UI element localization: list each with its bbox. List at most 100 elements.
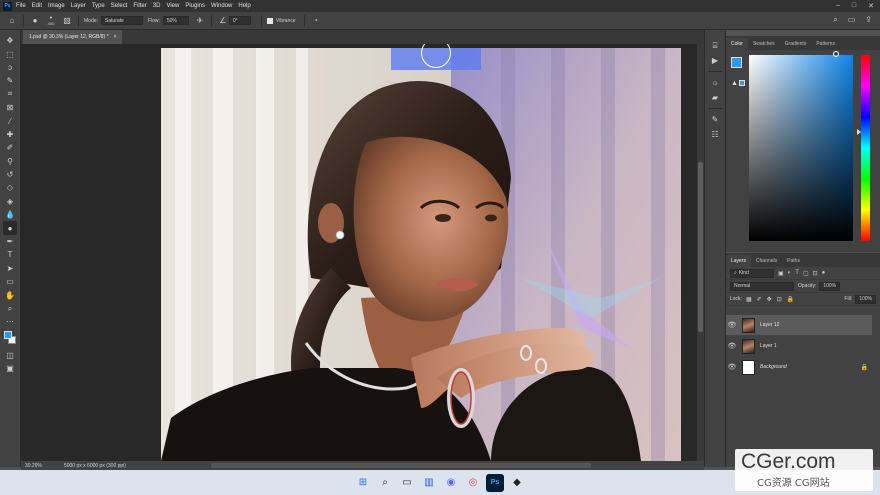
visibility-eye-icon[interactable]: 👁: [726, 321, 738, 329]
menu-file[interactable]: File: [16, 3, 26, 9]
layer-row[interactable]: 👁 Background 🔒: [726, 357, 872, 377]
pen-tool-icon[interactable]: ✒: [3, 235, 17, 248]
frame-tool-icon[interactable]: ⊠: [3, 101, 17, 114]
menu-layer[interactable]: Layer: [71, 3, 86, 9]
pressure-size-icon[interactable]: ◔: [310, 15, 322, 27]
brush-settings-panel-icon[interactable]: ✎: [708, 112, 722, 127]
layer-row[interactable]: 👁 Layer 1: [726, 336, 872, 356]
move-tool-icon[interactable]: ✥: [3, 34, 17, 47]
hue-slider-marker[interactable]: [857, 129, 861, 135]
rectangle-tool-icon[interactable]: ▭: [3, 275, 17, 288]
airbrush-icon[interactable]: ✈: [194, 15, 206, 27]
history-panel-icon[interactable]: ⌸: [708, 38, 722, 53]
brush-settings-icon[interactable]: ▧: [61, 15, 73, 27]
menu-view[interactable]: View: [166, 3, 179, 9]
tab-patterns[interactable]: Patterns: [811, 38, 840, 50]
fill-input[interactable]: 100%: [855, 294, 876, 304]
home-icon[interactable]: ⌂: [6, 15, 18, 27]
vertical-scrollbar[interactable]: [697, 44, 704, 461]
history-brush-tool-icon[interactable]: ↺: [3, 168, 17, 181]
workspace-icon[interactable]: ▭: [848, 15, 856, 25]
close-tab-icon[interactable]: ×: [114, 34, 117, 40]
path-selection-tool-icon[interactable]: ➤: [3, 262, 17, 275]
menu-window[interactable]: Window: [211, 3, 232, 9]
saturation-brightness-field[interactable]: [749, 55, 853, 241]
layer-filter-select[interactable]: ⌕ Kind: [730, 268, 774, 278]
widgets-icon[interactable]: ▥: [420, 474, 438, 492]
visibility-eye-icon[interactable]: 👁: [726, 342, 738, 350]
lock-artboard-icon[interactable]: ⊡: [777, 296, 782, 303]
color-swatches[interactable]: [3, 330, 17, 345]
sponge-tool-preset-icon[interactable]: ●: [29, 15, 41, 27]
tab-channels[interactable]: Channels: [751, 255, 782, 267]
menu-plugins[interactable]: Plugins: [185, 3, 205, 9]
adjustment-filter-icon[interactable]: ◐: [788, 270, 792, 277]
pixel-filter-icon[interactable]: ▣: [778, 270, 784, 277]
brush-tool-icon[interactable]: ✐: [3, 141, 17, 154]
paint-bucket-tool-icon[interactable]: ◈: [3, 195, 17, 208]
flow-input[interactable]: 50%: [162, 16, 189, 25]
opacity-input[interactable]: 100%: [819, 281, 841, 291]
menu-type[interactable]: Type: [92, 3, 105, 9]
actions-panel-icon[interactable]: ▶: [708, 53, 722, 68]
libraries-panel-icon[interactable]: ▰: [708, 90, 722, 105]
eyedropper-tool-icon[interactable]: ⁄: [3, 114, 17, 127]
eraser-tool-icon[interactable]: ◇: [3, 181, 17, 194]
quick-select-tool-icon[interactable]: ✎: [3, 74, 17, 87]
more-tools-icon[interactable]: ⋯: [3, 315, 17, 328]
smart-object-filter-icon[interactable]: ⊡: [813, 270, 818, 277]
color-picker-marker[interactable]: [833, 51, 839, 57]
search-icon[interactable]: ⌕: [376, 474, 394, 492]
tab-layers[interactable]: Layers: [726, 255, 752, 267]
vertical-scroll-thumb[interactable]: [698, 162, 703, 332]
tab-paths[interactable]: Paths: [782, 255, 805, 267]
blur-tool-icon[interactable]: 💧: [3, 208, 17, 221]
layer-name[interactable]: Layer 1: [760, 343, 777, 349]
menu-select[interactable]: Select: [111, 3, 128, 9]
adjustments-panel-icon[interactable]: ☼: [708, 75, 722, 90]
maximize-button[interactable]: □: [852, 2, 856, 10]
canvas-image[interactable]: [161, 48, 681, 461]
chrome-icon[interactable]: ◎: [464, 474, 482, 492]
shape-filter-icon[interactable]: ▢: [803, 270, 809, 277]
zoom-tool-icon[interactable]: ⌕: [3, 302, 17, 315]
canvas-area[interactable]: [21, 44, 697, 461]
discord-icon[interactable]: ◉: [442, 474, 460, 492]
minimize-button[interactable]: –: [836, 2, 840, 10]
windows-start-icon[interactable]: ⊞: [354, 474, 372, 492]
lock-all-icon[interactable]: 🔒: [787, 296, 794, 303]
lock-pixels-icon[interactable]: ✐: [757, 296, 762, 303]
layer-row[interactable]: 👁 Layer 12: [726, 315, 872, 335]
marquee-tool-icon[interactable]: ⬚: [3, 47, 17, 60]
lasso-tool-icon[interactable]: ↄ: [3, 61, 17, 74]
quick-mask-icon[interactable]: ◫: [3, 349, 17, 362]
menu-edit[interactable]: Edit: [32, 3, 42, 9]
web-safe-warning-icon[interactable]: [739, 80, 745, 86]
properties-panel-icon[interactable]: ☷: [708, 127, 722, 142]
hue-slider[interactable]: [861, 55, 870, 241]
blend-mode-select[interactable]: Normal: [730, 281, 794, 291]
screen-mode-icon[interactable]: ▣: [3, 362, 17, 375]
app-taskbar-icon[interactable]: ◆: [508, 474, 526, 492]
sponge-tool-icon[interactable]: ●: [3, 221, 17, 235]
out-of-gamut-warning-icon[interactable]: ▲: [731, 80, 738, 87]
menu-filter[interactable]: Filter: [133, 3, 146, 9]
filter-toggle-icon[interactable]: ●: [822, 270, 826, 277]
foreground-color-swatch[interactable]: [4, 330, 12, 339]
angle-input[interactable]: 0°: [228, 16, 251, 25]
task-view-icon[interactable]: ▭: [398, 474, 416, 492]
crop-tool-icon[interactable]: ⌗: [3, 88, 17, 101]
lock-position-icon[interactable]: ✥: [767, 296, 772, 303]
hand-tool-icon[interactable]: ✋: [3, 288, 17, 301]
zoom-level[interactable]: 30.29%: [25, 463, 42, 469]
clone-stamp-tool-icon[interactable]: ⚲: [3, 155, 17, 168]
brush-preset-picker[interactable]: • 400: [41, 15, 61, 27]
layer-name[interactable]: Background: [760, 364, 787, 370]
visibility-eye-icon[interactable]: 👁: [726, 363, 738, 371]
photoshop-taskbar-icon[interactable]: Ps: [486, 473, 504, 492]
menu-help[interactable]: Help: [238, 3, 250, 9]
vibrance-checkbox[interactable]: [266, 17, 273, 24]
horizontal-scrollbar[interactable]: [211, 463, 591, 468]
layer-name[interactable]: Layer 12: [760, 322, 779, 328]
close-window-button[interactable]: ✕: [868, 2, 874, 10]
